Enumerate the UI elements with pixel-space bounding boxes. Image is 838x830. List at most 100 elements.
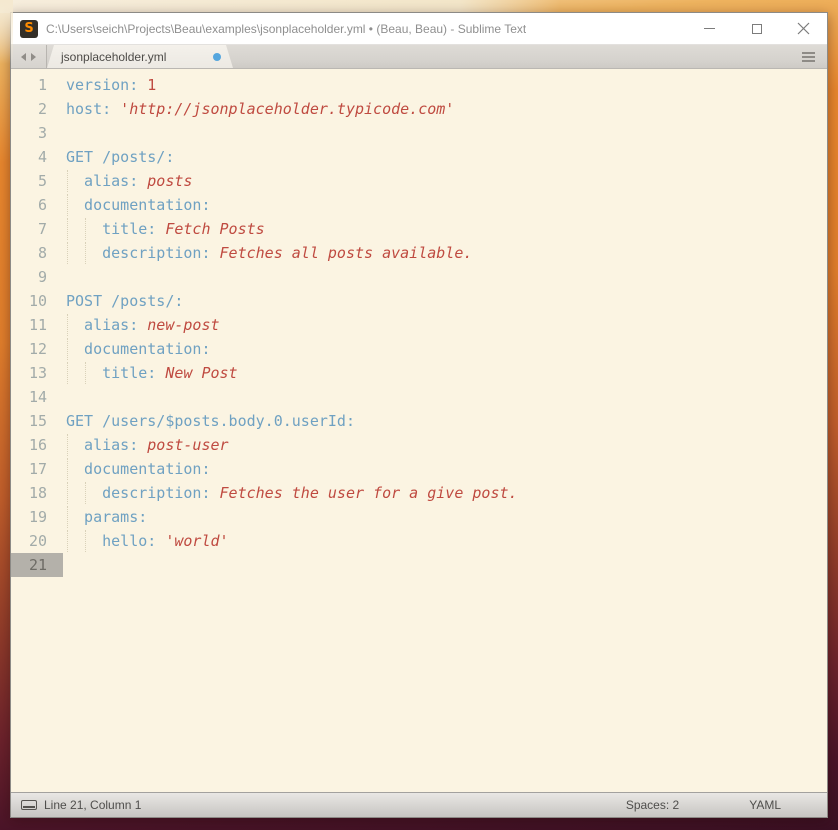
code-line[interactable]: 11 alias: new-post xyxy=(11,313,827,337)
tab-label: jsonplaceholder.yml xyxy=(61,50,166,64)
line-number: 7 xyxy=(11,217,63,241)
maximize-button[interactable] xyxy=(733,13,780,44)
code-line[interactable]: 8 description: Fetches all posts availab… xyxy=(11,241,827,265)
indent-guide xyxy=(85,218,86,240)
code-text: GET /users/$posts.body.0.userId: xyxy=(63,409,827,433)
line-number: 17 xyxy=(11,457,63,481)
line-number: 16 xyxy=(11,433,63,457)
code-line[interactable]: 21 xyxy=(11,553,827,577)
code-text xyxy=(63,265,827,289)
code-line[interactable]: 6 documentation: xyxy=(11,193,827,217)
code-line[interactable]: 13 title: New Post xyxy=(11,361,827,385)
sublime-text-window: S C:\Users\seich\Projects\Beau\examples\… xyxy=(10,12,828,818)
indent-guide xyxy=(67,218,68,240)
indent-guide xyxy=(85,530,86,552)
line-number: 14 xyxy=(11,385,63,409)
line-number: 18 xyxy=(11,481,63,505)
code-line[interactable]: 14 xyxy=(11,385,827,409)
indent-guide xyxy=(85,362,86,384)
indent-guide xyxy=(67,314,68,336)
status-panel-icon xyxy=(21,800,37,810)
line-number: 9 xyxy=(11,265,63,289)
window-title: C:\Users\seich\Projects\Beau\examples\js… xyxy=(46,22,526,36)
code-text: title: New Post xyxy=(63,361,827,385)
caret-position: Line 21, Column 1 xyxy=(44,798,141,812)
code-line[interactable]: 16 alias: post-user xyxy=(11,433,827,457)
code-line[interactable]: 7 title: Fetch Posts xyxy=(11,217,827,241)
indent-guide xyxy=(67,170,68,192)
desktop-wallpaper: S C:\Users\seich\Projects\Beau\examples\… xyxy=(0,0,838,830)
modified-dot-icon xyxy=(213,53,221,61)
code-line[interactable]: 2host: 'http://jsonplaceholder.typicode.… xyxy=(11,97,827,121)
line-number: 5 xyxy=(11,169,63,193)
code-text xyxy=(63,121,827,145)
code-text: documentation: xyxy=(63,193,827,217)
line-number: 21 xyxy=(11,553,63,577)
code-text: title: Fetch Posts xyxy=(63,217,827,241)
code-text: GET /posts/: xyxy=(63,145,827,169)
code-line[interactable]: 9 xyxy=(11,265,827,289)
code-text xyxy=(63,385,827,409)
indent-guide xyxy=(67,194,68,216)
tab-bar: jsonplaceholder.yml xyxy=(11,45,827,69)
minimize-button[interactable] xyxy=(686,13,733,44)
line-number: 10 xyxy=(11,289,63,313)
indentation-setting[interactable]: Spaces: 2 xyxy=(626,798,679,812)
line-number: 3 xyxy=(11,121,63,145)
code-line[interactable]: 19 params: xyxy=(11,505,827,529)
code-text: params: xyxy=(63,505,827,529)
line-number: 19 xyxy=(11,505,63,529)
line-number: 15 xyxy=(11,409,63,433)
code-text: hello: 'world' xyxy=(63,529,827,553)
code-text: host: 'http://jsonplaceholder.typicode.c… xyxy=(63,97,827,121)
code-line[interactable]: 3 xyxy=(11,121,827,145)
syntax-setting[interactable]: YAML xyxy=(749,798,781,812)
minimize-icon xyxy=(704,28,715,29)
code-line[interactable]: 4GET /posts/: xyxy=(11,145,827,169)
indent-guide xyxy=(85,482,86,504)
indent-guide xyxy=(67,242,68,264)
indent-guide xyxy=(67,506,68,528)
line-number: 20 xyxy=(11,529,63,553)
nav-forward-icon[interactable] xyxy=(31,53,36,61)
tab-overflow-menu-icon[interactable] xyxy=(802,52,815,62)
code-area[interactable]: 1version: 12host: 'http://jsonplaceholde… xyxy=(11,69,827,792)
code-line[interactable]: 17 documentation: xyxy=(11,457,827,481)
code-line[interactable]: 10POST /posts/: xyxy=(11,289,827,313)
code-text: description: Fetches the user for a give… xyxy=(63,481,827,505)
indent-guide xyxy=(67,338,68,360)
code-text: documentation: xyxy=(63,337,827,361)
maximize-icon xyxy=(752,24,762,34)
line-number: 1 xyxy=(11,73,63,97)
code-line[interactable]: 15GET /users/$posts.body.0.userId: xyxy=(11,409,827,433)
status-bar: Line 21, Column 1 Spaces: 2 YAML xyxy=(11,792,827,817)
line-number: 6 xyxy=(11,193,63,217)
indent-guide xyxy=(67,530,68,552)
code-line[interactable]: 5 alias: posts xyxy=(11,169,827,193)
status-right: Spaces: 2 YAML xyxy=(626,798,827,812)
line-number: 11 xyxy=(11,313,63,337)
line-number: 13 xyxy=(11,361,63,385)
code-text: description: Fetches all posts available… xyxy=(63,241,827,265)
code-line[interactable]: 1version: 1 xyxy=(11,73,827,97)
title-bar[interactable]: S C:\Users\seich\Projects\Beau\examples\… xyxy=(11,13,827,45)
line-number: 8 xyxy=(11,241,63,265)
code-text: alias: new-post xyxy=(63,313,827,337)
window-controls xyxy=(686,13,827,44)
indent-guide xyxy=(67,362,68,384)
code-text xyxy=(63,553,827,577)
code-text: alias: post-user xyxy=(63,433,827,457)
indent-guide xyxy=(67,434,68,456)
code-line[interactable]: 12 documentation: xyxy=(11,337,827,361)
line-number: 12 xyxy=(11,337,63,361)
line-number: 4 xyxy=(11,145,63,169)
code-text: POST /posts/: xyxy=(63,289,827,313)
tab-nav-arrows xyxy=(11,45,47,68)
close-icon xyxy=(797,22,810,35)
tab-jsonplaceholder[interactable]: jsonplaceholder.yml xyxy=(47,45,233,68)
code-line[interactable]: 20 hello: 'world' xyxy=(11,529,827,553)
code-line[interactable]: 18 description: Fetches the user for a g… xyxy=(11,481,827,505)
nav-back-icon[interactable] xyxy=(21,53,26,61)
close-button[interactable] xyxy=(780,13,827,44)
indent-guide xyxy=(85,242,86,264)
